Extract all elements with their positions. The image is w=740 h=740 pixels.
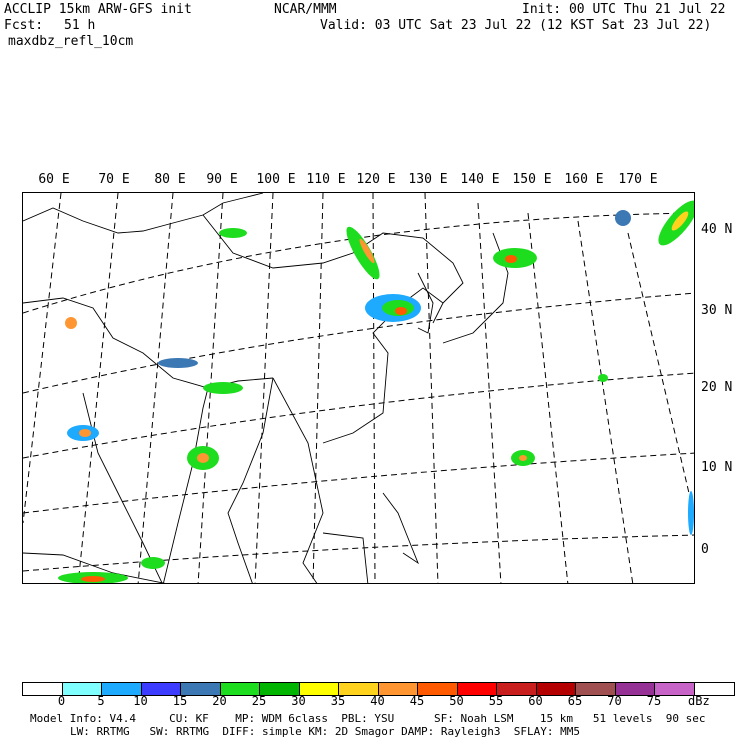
lon-label-100e: 100 E [256, 172, 296, 187]
lon-label-130e: 130 E [408, 172, 448, 187]
legend-tick: 5 [97, 694, 105, 708]
legend-swatch [62, 683, 102, 695]
lon-label-70e: 70 E [98, 172, 130, 187]
lon-label-120e: 120 E [356, 172, 396, 187]
india-east-coast [163, 387, 209, 583]
legend-tick: 50 [449, 694, 464, 708]
reflectivity-map [22, 192, 695, 584]
legend-tick: 75 [646, 694, 662, 708]
lat-label-10n: 10 N [701, 460, 733, 475]
echo-east-edge [688, 491, 694, 535]
lat-label-40n: 40 N [701, 222, 733, 237]
echo-indian-ocean-core [81, 576, 105, 582]
legend-tick: 25 [251, 694, 267, 708]
meridian-100e [254, 193, 274, 583]
legend-tick: 70 [607, 694, 622, 708]
model-info-line1: Model Info: V4.4 CU: KF MP: WDM 6class P… [30, 712, 706, 725]
map-canvas [23, 193, 694, 583]
lon-label-170e: 170 E [618, 172, 658, 187]
legend-tick: 60 [528, 694, 543, 708]
forecast-label: Fcst: [4, 18, 44, 33]
himalaya-border [23, 297, 274, 389]
india-west-coast [82, 392, 163, 583]
echo-kamchatka [615, 210, 631, 226]
echo-siberia [219, 228, 247, 238]
meridian-80e [137, 193, 174, 583]
coastlines [23, 193, 509, 583]
legend-tick: 35 [330, 694, 346, 708]
echo-tibet-south [158, 358, 198, 368]
echo-japan-sea-core [505, 255, 517, 263]
reflectivity-cells [58, 200, 694, 583]
legend-swatch [23, 683, 63, 695]
echo-afghanistan [65, 317, 77, 329]
japan-coast [442, 232, 509, 344]
echo-myanmar-core [197, 453, 209, 463]
valid-time: Valid: 03 UTC Sat 23 Jul 22 (12 KST Sat … [320, 18, 712, 33]
lon-label-90e: 90 E [206, 172, 238, 187]
parallel-40n [23, 212, 694, 314]
legend-tick: 15 [172, 694, 188, 708]
legend-tick: 65 [567, 694, 583, 708]
parallel-0 [23, 534, 694, 572]
meridian-70e [77, 193, 119, 583]
meridian-130e [424, 193, 439, 583]
lon-label-60e: 60 E [38, 172, 70, 187]
model-info-line2: LW: RRTMG SW: RRTMG DIFF: simple KM: 2D … [70, 725, 580, 738]
legend-tick: 20 [212, 694, 227, 708]
meridian-60e [23, 193, 62, 524]
echo-arabian-sea-core [79, 429, 91, 437]
forecast-hour: 51 h [64, 18, 96, 33]
echo-himalaya [203, 382, 243, 394]
mongolia-china-border [202, 214, 464, 304]
indochina-interior [272, 377, 324, 583]
legend-tick: 0 [57, 694, 66, 708]
lon-label-150e: 150 E [512, 172, 552, 187]
legend-tick: 55 [488, 694, 504, 708]
parallel-20n [23, 372, 694, 459]
lon-label-160e: 160 E [564, 172, 604, 187]
korea-coast [417, 272, 434, 334]
legend-tick: 40 [370, 694, 385, 708]
legend-unit: dBz [688, 694, 710, 708]
field-name: maxdbz_refl_10cm [8, 34, 134, 49]
meridian-170e [627, 232, 694, 517]
model-title: ACCLIP 15km ARW-GFS init [4, 2, 192, 17]
echo-central-pacific [598, 374, 608, 382]
borneo-coast [322, 532, 369, 583]
echo-manchuria [346, 226, 380, 280]
echo-north-pacific [658, 200, 694, 246]
meridian-160e [577, 220, 634, 583]
lon-label-80e: 80 E [154, 172, 186, 187]
lon-label-110e: 110 E [306, 172, 346, 187]
lon-label-140e: 140 E [460, 172, 500, 187]
legend-tick: 10 [133, 694, 148, 708]
legend-tick: 45 [409, 694, 425, 708]
echo-bay-of-bengal [141, 557, 165, 569]
echo-west-pacific-core [519, 455, 527, 461]
echo-yellow-sea-core [395, 307, 407, 315]
legend-tick: 30 [291, 694, 306, 708]
philippines-coast [382, 492, 419, 565]
lat-label-0: 0 [701, 542, 709, 557]
lat-label-30n: 30 N [701, 303, 733, 318]
init-time: Init: 00 UTC Thu 21 Jul 22 [522, 2, 726, 17]
lat-label-20n: 20 N [701, 380, 733, 395]
center-label: NCAR/MMM [274, 2, 337, 17]
meridian-120e [372, 193, 376, 583]
meridian-150e [527, 212, 569, 583]
